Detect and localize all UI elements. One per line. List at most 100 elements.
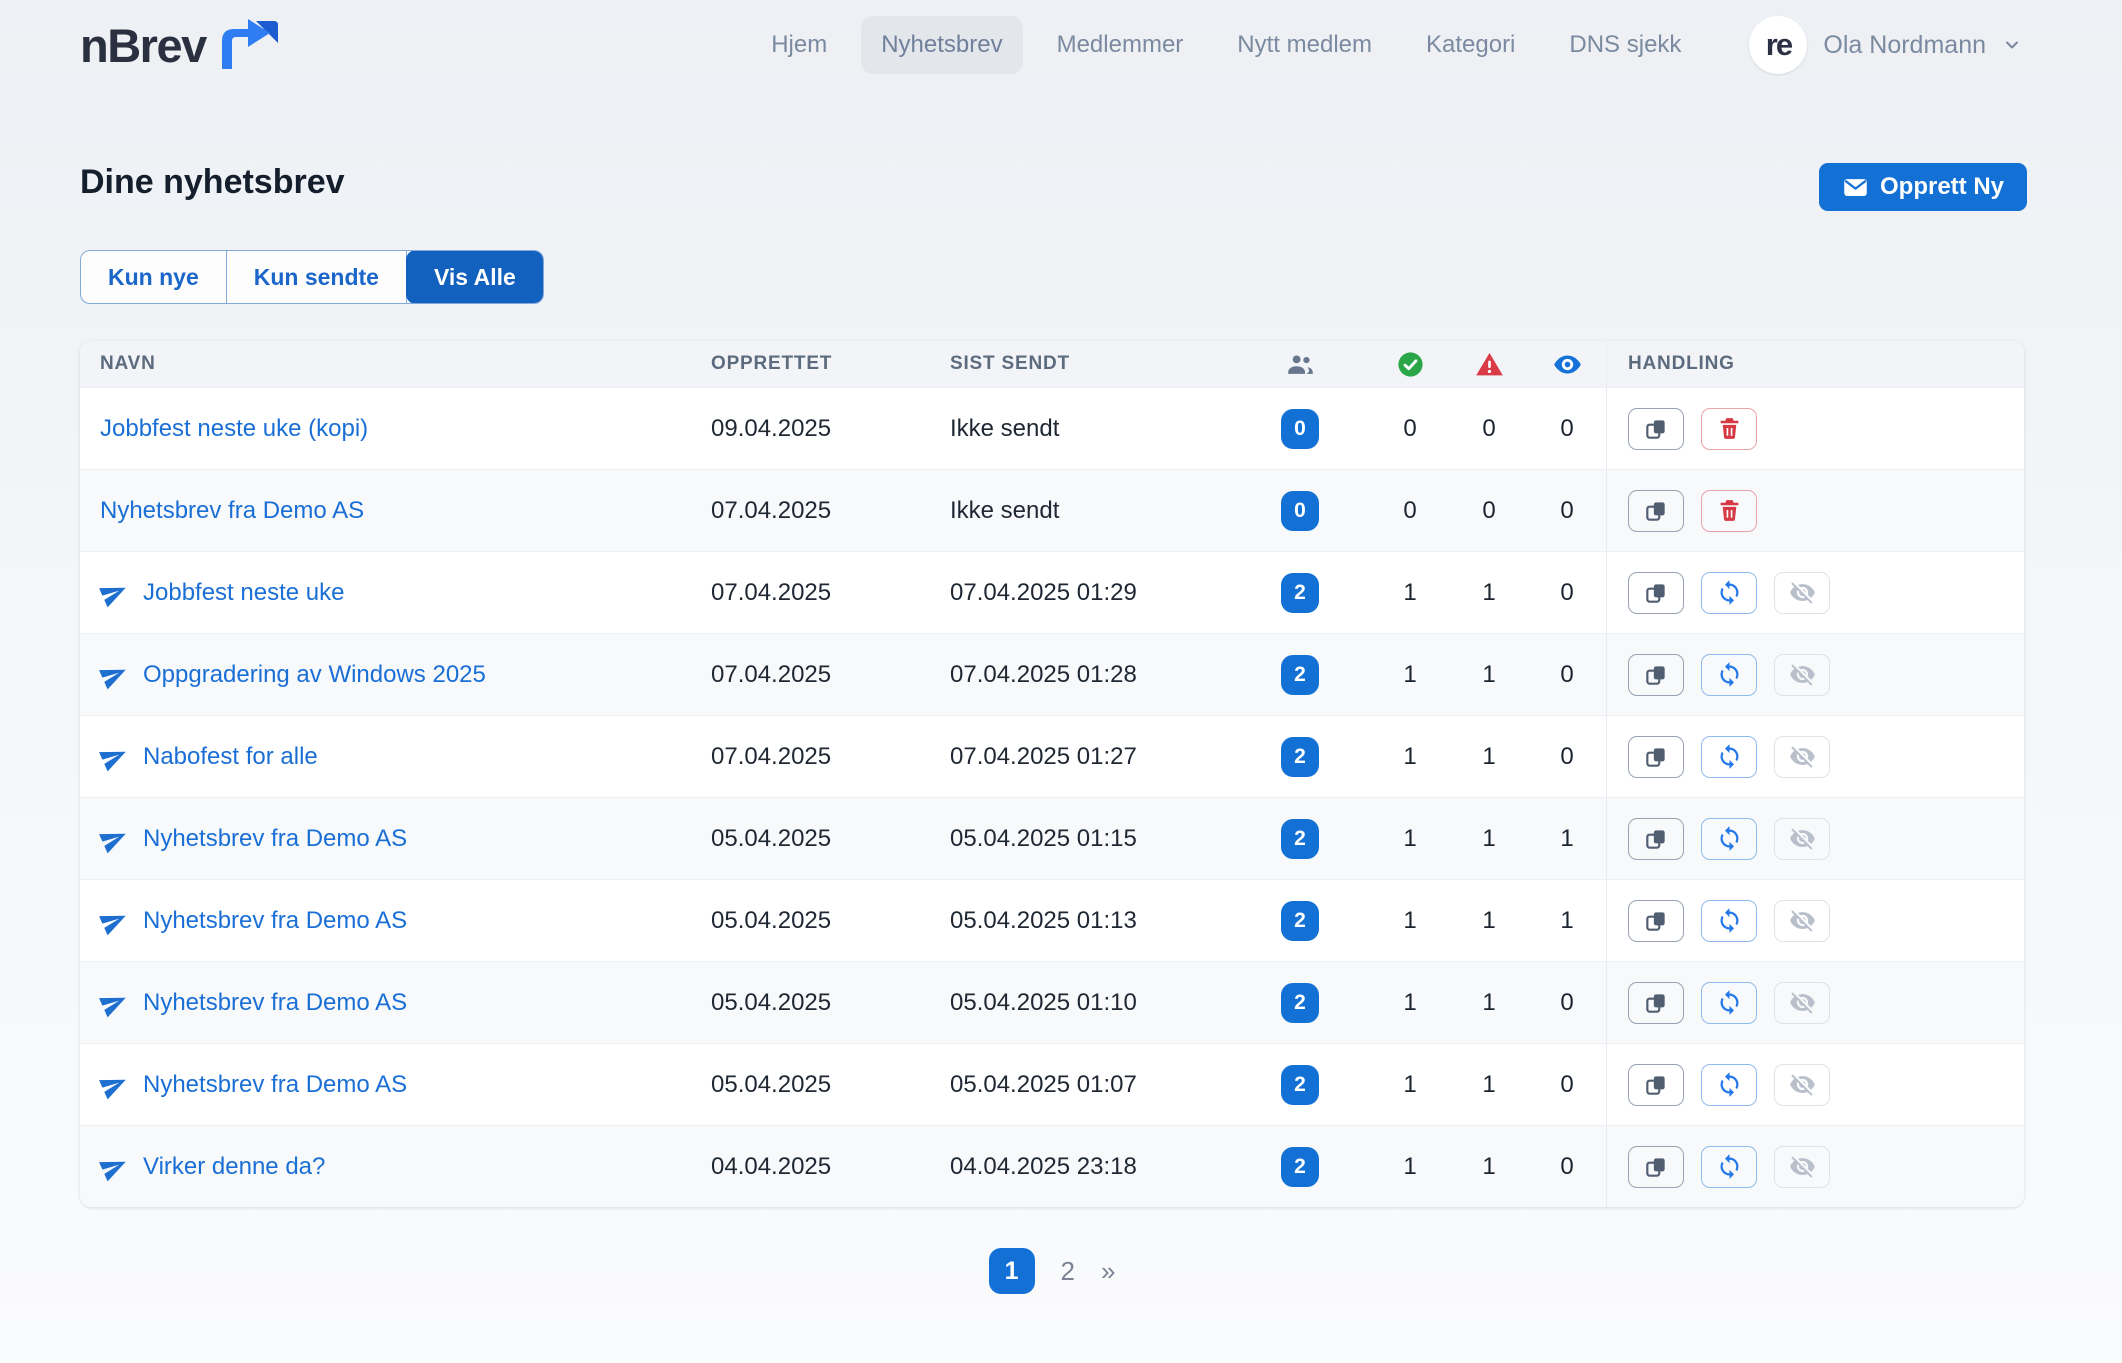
page-button-2[interactable]: 2	[1061, 1256, 1075, 1287]
sync-icon	[1716, 661, 1743, 688]
column-header-handling: HANDLING	[1606, 341, 2024, 387]
nav-item[interactable]: DNS sjekk	[1549, 16, 1701, 74]
brand-name: nBrev	[80, 18, 206, 73]
copy-icon	[1643, 416, 1669, 442]
chevron-down-icon[interactable]	[2002, 35, 2022, 55]
newsletter-link[interactable]: Nyhetsbrev fra Demo AS	[80, 497, 711, 525]
nav-item[interactable]: Nytt medlem	[1217, 16, 1392, 74]
sync-icon	[1716, 825, 1743, 852]
delivered-count: 1	[1370, 661, 1450, 689]
resend-button[interactable]	[1701, 654, 1757, 696]
views-count: 1	[1528, 907, 1606, 935]
hide-button[interactable]	[1774, 1064, 1830, 1106]
delivered-count: 0	[1370, 415, 1450, 443]
paper-plane-icon	[100, 743, 128, 771]
copy-icon	[1643, 580, 1669, 606]
copy-button[interactable]	[1628, 572, 1684, 614]
hide-button[interactable]	[1774, 1146, 1830, 1188]
hide-button[interactable]	[1774, 736, 1830, 778]
table-row: Jobbfest neste uke 07.04.2025 07.04.2025…	[80, 551, 2024, 633]
copy-button[interactable]	[1628, 1146, 1684, 1188]
newsletter-name: Nyhetsbrev fra Demo AS	[143, 907, 407, 935]
newsletter-link[interactable]: Virker denne da?	[80, 1153, 711, 1181]
newsletter-name: Nyhetsbrev fra Demo AS	[100, 497, 364, 525]
resend-button[interactable]	[1701, 1146, 1757, 1188]
views-count: 0	[1528, 989, 1606, 1017]
newsletter-link[interactable]: Nyhetsbrev fra Demo AS	[80, 907, 711, 935]
copy-button[interactable]	[1628, 654, 1684, 696]
newsletter-name: Nyhetsbrev fra Demo AS	[143, 825, 407, 853]
created-date: 05.04.2025	[711, 907, 950, 935]
hide-button[interactable]	[1774, 654, 1830, 696]
copy-icon	[1643, 826, 1669, 852]
filter-button[interactable]: Kun sendte	[227, 251, 407, 303]
check-circle-icon	[1370, 350, 1450, 379]
page-button-1[interactable]: 1	[989, 1248, 1035, 1294]
user-menu[interactable]: re Ola Nordmann	[1749, 16, 2022, 74]
newsletter-link[interactable]: Nyhetsbrev fra Demo AS	[80, 1071, 711, 1099]
nav-item[interactable]: Hjem	[751, 16, 847, 74]
resend-button[interactable]	[1701, 982, 1757, 1024]
recipients-cell: 2	[1230, 983, 1370, 1023]
newsletter-link[interactable]: Jobbfest neste uke	[80, 579, 711, 607]
recipients-cell: 2	[1230, 819, 1370, 859]
resend-button[interactable]	[1701, 1064, 1757, 1106]
resend-button[interactable]	[1701, 900, 1757, 942]
delete-button[interactable]	[1701, 408, 1757, 450]
hide-button[interactable]	[1774, 982, 1830, 1024]
newsletter-link[interactable]: Oppgradering av Windows 2025	[80, 661, 711, 689]
newsletter-link[interactable]: Nabofest for alle	[80, 743, 711, 771]
hide-button[interactable]	[1774, 572, 1830, 614]
resend-button[interactable]	[1701, 736, 1757, 778]
copy-button[interactable]	[1628, 818, 1684, 860]
nav-item[interactable]: Nyhetsbrev	[861, 16, 1022, 74]
copy-button[interactable]	[1628, 900, 1684, 942]
row-actions	[1606, 798, 2024, 879]
copy-button[interactable]	[1628, 490, 1684, 532]
newsletter-link[interactable]: Nyhetsbrev fra Demo AS	[80, 989, 711, 1017]
nav-item[interactable]: Kategori	[1406, 16, 1535, 74]
last-sent-date: 07.04.2025 01:29	[950, 579, 1230, 607]
resend-button[interactable]	[1701, 572, 1757, 614]
views-count: 0	[1528, 743, 1606, 771]
delete-button[interactable]	[1701, 490, 1757, 532]
created-date: 07.04.2025	[711, 579, 950, 607]
copy-icon	[1643, 990, 1669, 1016]
hide-button[interactable]	[1774, 900, 1830, 942]
avatar-initials: re	[1766, 27, 1791, 63]
brand-logo[interactable]: nBrev	[80, 18, 278, 73]
create-newsletter-label: Opprett Ny	[1880, 173, 2004, 201]
copy-button[interactable]	[1628, 982, 1684, 1024]
recipients-badge: 2	[1281, 737, 1319, 777]
create-newsletter-button[interactable]: Opprett Ny	[1819, 163, 2027, 211]
filter-button[interactable]: Vis Alle	[406, 250, 544, 304]
next-page-button[interactable]: »	[1101, 1256, 1115, 1287]
newsletter-name: Jobbfest neste uke (kopi)	[100, 415, 368, 443]
table-row: Oppgradering av Windows 2025 07.04.2025 …	[80, 633, 2024, 715]
table-header: NAVN OPPRETTET SIST SENDT	[80, 341, 2024, 387]
newsletter-link[interactable]: Jobbfest neste uke (kopi)	[80, 415, 711, 443]
filter-button[interactable]: Kun nye	[81, 251, 227, 303]
paper-plane-icon	[100, 661, 128, 689]
column-header-created: OPPRETTET	[711, 353, 950, 375]
eye-off-icon	[1789, 907, 1816, 934]
copy-button[interactable]	[1628, 1064, 1684, 1106]
sync-icon	[1716, 907, 1743, 934]
resend-button[interactable]	[1701, 818, 1757, 860]
nav-item[interactable]: Medlemmer	[1037, 16, 1204, 74]
sync-icon	[1716, 1153, 1743, 1180]
avatar[interactable]: re	[1749, 16, 1807, 74]
copy-button[interactable]	[1628, 736, 1684, 778]
copy-button[interactable]	[1628, 408, 1684, 450]
recipients-cell: 2	[1230, 901, 1370, 941]
hide-button[interactable]	[1774, 818, 1830, 860]
newsletter-name: Jobbfest neste uke	[143, 579, 344, 607]
paper-plane-icon	[100, 579, 128, 607]
recipients-cell: 2	[1230, 1065, 1370, 1105]
delivered-count: 1	[1370, 743, 1450, 771]
newsletter-name: Nyhetsbrev fra Demo AS	[143, 989, 407, 1017]
copy-icon	[1643, 498, 1669, 524]
newsletter-link[interactable]: Nyhetsbrev fra Demo AS	[80, 825, 711, 853]
row-actions	[1606, 1126, 2024, 1207]
delivered-count: 1	[1370, 1071, 1450, 1099]
